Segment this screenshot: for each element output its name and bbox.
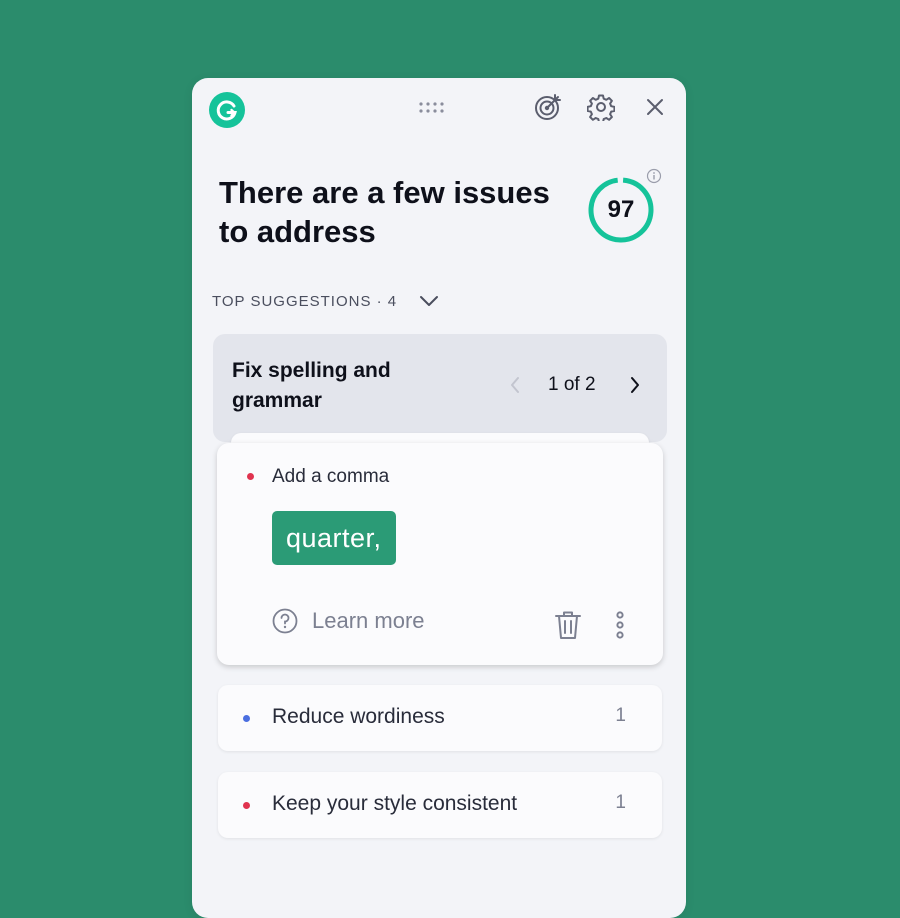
chevron-down-icon [419,290,441,312]
alert-title: Add a comma [272,466,390,487]
gear-icon[interactable] [586,92,616,122]
category-card-wordiness[interactable]: Reduce wordiness 1 [218,685,662,751]
close-icon[interactable] [640,92,670,122]
category-card-style[interactable]: Keep your style consistent 1 [218,772,662,838]
suggestion-group-header: Fix spelling and grammar 1 of 2 [213,334,667,442]
learn-more-link[interactable]: Learn more [272,608,425,634]
chevron-right-icon[interactable] [625,374,645,396]
correctness-dot [243,802,250,809]
group-title: Fix spelling and grammar [232,359,391,412]
assistant-panel: There are a few issues to address 97 TOP… [192,78,686,918]
category-label: Keep your style consistent [272,792,518,815]
more-vertical-icon[interactable] [612,609,628,641]
section-label: TOP SUGGESTIONS · 4 [212,292,398,310]
score-value: 97 [607,196,635,223]
page-title: There are a few issues to address [219,175,550,249]
learn-more-label: Learn more [312,608,425,633]
category-count: 1 [615,705,626,726]
replacement-suggestion-button[interactable]: quarter, [272,511,396,565]
trash-icon[interactable] [553,609,583,641]
performance-score[interactable]: 97 [587,176,655,244]
category-label: Reduce wordiness [272,705,445,728]
chevron-left-icon[interactable] [505,374,525,396]
top-suggestions-toggle[interactable]: TOP SUGGESTIONS · 4 [212,290,441,312]
info-icon[interactable] [646,168,662,184]
pager-count: 1 of 2 [548,374,596,395]
drag-handle-icon[interactable] [418,100,446,116]
alert-card[interactable]: Add a comma quarter, Learn more [217,443,663,665]
clarity-dot [243,715,250,722]
grammarly-logo[interactable] [209,92,245,128]
help-circle-icon [272,608,298,634]
correctness-dot [247,473,254,480]
category-count: 1 [615,792,626,813]
goals-target-icon[interactable] [533,92,563,122]
